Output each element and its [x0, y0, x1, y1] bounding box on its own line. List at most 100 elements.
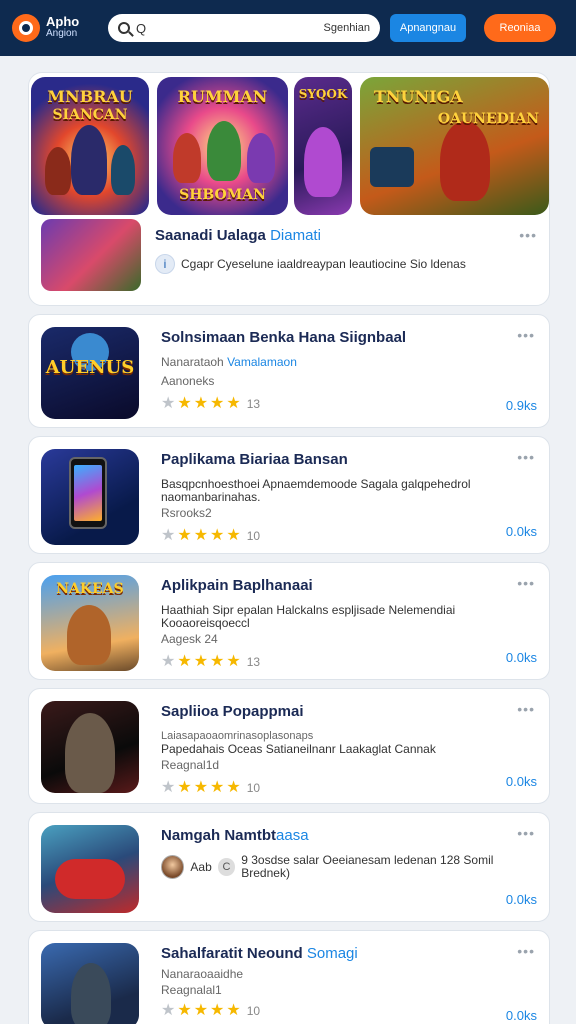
more-options-icon[interactable]: •••	[519, 227, 537, 243]
star-icon: ★	[226, 653, 241, 670]
featured-app-description: Cgapr Cyeselune iaaldreaypan leautiocine…	[181, 257, 466, 271]
featured-app-title: Saanadi Ualaga	[155, 227, 266, 244]
more-options-icon[interactable]: •••	[517, 575, 535, 591]
app-size: 0.0ks	[505, 524, 537, 539]
app-card[interactable]: Sapliioa Popappmai Laiasapaoaomrinasopla…	[28, 688, 550, 804]
star-icon: ★	[177, 527, 192, 544]
app-card[interactable]: Namgah Namtbtaasa Aab C 9 3osdse salar O…	[28, 812, 550, 922]
soldier-figure	[71, 963, 111, 1024]
star-icon: ★	[161, 1002, 176, 1019]
app-logo[interactable]: Apho Angion	[12, 14, 100, 42]
star-icon: ★	[226, 1002, 241, 1019]
app-meta: Aagesk 24	[161, 632, 218, 646]
more-options-icon[interactable]: •••	[517, 449, 535, 465]
hero-figure	[45, 147, 71, 195]
star-icon: ★	[210, 653, 225, 670]
logo-icon	[12, 14, 40, 42]
star-icon: ★	[177, 779, 192, 796]
star-icon: ★	[226, 779, 241, 796]
app-icon: NAKEAS	[41, 575, 139, 671]
star-icon: ★	[161, 527, 176, 544]
rating-count: 10	[246, 781, 261, 795]
star-rating: ★ ★ ★ ★ ★ 10	[161, 780, 537, 796]
star-icon: ★	[193, 653, 209, 670]
star-icon: ★	[161, 653, 176, 670]
app-description-2: Kooaoreisqoeccl	[161, 616, 250, 630]
primary-action-button[interactable]: Apnangnau	[390, 14, 466, 42]
hero-figure	[173, 133, 201, 183]
featured-card[interactable]: MNBRAU SIANCAN RUMMAN SHBOMAN SYQOK TNUN…	[28, 72, 550, 306]
rating-count: 13	[246, 397, 261, 411]
app-icon	[41, 825, 139, 913]
search-input[interactable]	[152, 22, 370, 34]
logo-subtitle: Angion	[46, 28, 78, 39]
more-options-icon[interactable]: •••	[517, 943, 535, 959]
app-size: 0.0ks	[505, 1008, 537, 1023]
app-title: Sahalfaratit Neound	[161, 945, 303, 962]
star-icon: ★	[193, 527, 209, 544]
featured-banner-3[interactable]: SYQOK	[294, 77, 352, 215]
info-icon[interactable]: i	[155, 254, 175, 274]
featured-banner-2[interactable]: RUMMAN SHBOMAN	[157, 77, 288, 215]
featured-app-title-accent: Diamati	[270, 227, 321, 244]
featured-app-icon	[41, 219, 141, 291]
app-size: 0.9ks	[505, 398, 537, 413]
app-title: Aplikpain Baplhanaai	[161, 577, 313, 594]
rating-count: 10	[246, 1004, 261, 1018]
featured-banner-1[interactable]: MNBRAU SIANCAN	[31, 77, 149, 215]
banner-title: SYQOK	[298, 87, 348, 101]
star-icon: ★	[177, 1002, 192, 1019]
app-icon: AUENUS	[41, 327, 139, 419]
more-options-icon[interactable]: •••	[517, 701, 535, 717]
secondary-action-button[interactable]: Reoniaa	[484, 14, 556, 42]
star-icon: ★	[210, 395, 225, 412]
app-description: Papedahais Oceas Satianeilnanr Laakaglat…	[161, 742, 436, 756]
featured-app[interactable]: Saanadi Ualaga Diamati i Cgapr Cyeselune…	[41, 219, 539, 295]
demon-figure	[65, 713, 115, 793]
app-icon	[41, 701, 139, 793]
app-title-accent: Somagi	[306, 945, 358, 962]
app-card[interactable]: AUENUS Solnsimaan Benka Hana Siignbaal N…	[28, 314, 550, 428]
hero-figure	[440, 121, 490, 201]
app-meta: Reagnalal1	[161, 983, 222, 997]
app-description: 9 3osdse salar Oeeianesam ledenan 128 So…	[241, 853, 494, 880]
star-icon: ★	[226, 395, 241, 412]
top-bar: Apho Angion Q Apnangnau Reoniaa	[0, 0, 576, 56]
more-options-icon[interactable]: •••	[517, 327, 535, 343]
app-meta: Reagnal1d	[161, 758, 220, 772]
app-size: 0.0ks	[505, 774, 537, 789]
featured-banners: MNBRAU SIANCAN RUMMAN SHBOMAN SYQOK TNUN…	[29, 77, 551, 217]
hero-figure	[67, 605, 111, 665]
app-card[interactable]: Paplikama Biariaa Bansan Basqpcnhoesthoe…	[28, 436, 550, 554]
app-card[interactable]: Sahalfaratit Neound Somagi Nanaraoaaidhe…	[28, 930, 550, 1024]
app-description-2: naomanbarinahas.	[161, 490, 261, 504]
more-options-icon[interactable]: •••	[517, 825, 535, 841]
car-shape	[55, 859, 125, 899]
hero-figure	[207, 121, 241, 181]
app-icon	[41, 449, 139, 545]
star-rating: ★ ★ ★ ★ ★ 10	[161, 1003, 537, 1019]
app-meta: Aanoneks	[161, 374, 215, 388]
search-query-label: Q	[136, 20, 147, 36]
star-icon: ★	[226, 527, 241, 544]
app-icon-wordmark: AUENUS	[45, 357, 135, 378]
rating-count: 13	[246, 655, 261, 669]
star-icon: ★	[210, 779, 225, 796]
star-rating: ★ ★ ★ ★ ★ 13	[161, 654, 537, 670]
star-rating: ★ ★ ★ ★ ★ 10	[161, 528, 537, 544]
app-size: 0.0ks	[505, 650, 537, 665]
search-bar[interactable]: Q	[108, 14, 380, 42]
banner-subtitle: SHBOMAN	[179, 187, 266, 203]
hero-figure	[247, 133, 275, 183]
star-icon: ★	[193, 1002, 209, 1019]
app-size: 0.0ks	[505, 892, 537, 907]
banner-title: MNBRAU	[47, 87, 133, 106]
app-developer: Nanarataoh	[161, 355, 224, 369]
app-title: Namgah Namtbt	[161, 827, 277, 844]
app-meta: Rsrooks2	[161, 506, 212, 520]
app-card[interactable]: NAKEAS Aplikpain Baplhanaai Haathiah Sip…	[28, 562, 550, 680]
app-developer: Nanaraoaaidhe	[161, 967, 244, 981]
star-icon: ★	[210, 527, 225, 544]
star-icon: ★	[161, 395, 176, 412]
featured-banner-4[interactable]: TNUNIGA OAUNEDIAN	[360, 77, 549, 215]
